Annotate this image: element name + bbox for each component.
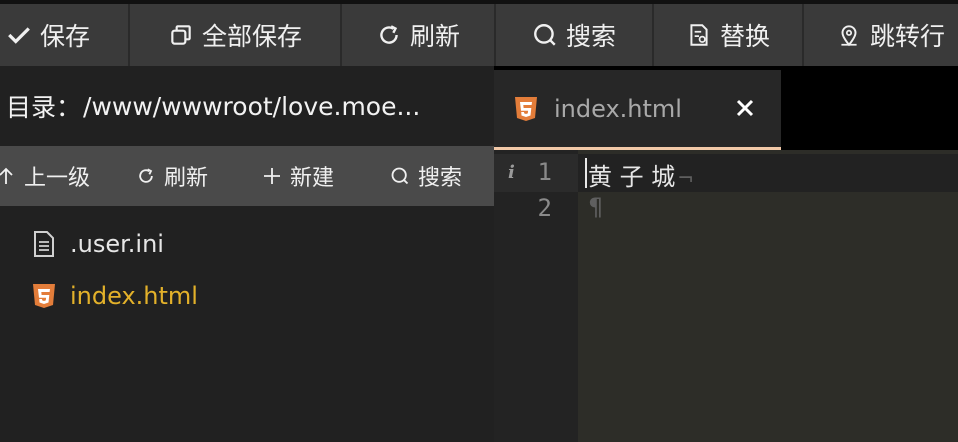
editor-toolbar: 保存 全部保存 刷新 搜索 替换 跳转行 bbox=[0, 0, 958, 66]
tab-title: index.html bbox=[554, 94, 682, 123]
replace-icon bbox=[690, 24, 708, 46]
close-icon[interactable] bbox=[731, 94, 759, 122]
line-number: 2 bbox=[537, 194, 552, 222]
line-gutter: i 1 2 bbox=[494, 150, 578, 442]
replace-button[interactable]: 替换 bbox=[654, 4, 804, 66]
goto-line-button-label: 跳转行 bbox=[870, 22, 946, 51]
html5-icon bbox=[33, 284, 55, 308]
file-name: index.html bbox=[70, 282, 198, 310]
tab-bar: index.html bbox=[494, 66, 958, 150]
code-text[interactable]: 黄 子 城 ¬ ¶ bbox=[578, 150, 958, 442]
parent-dir-label: 上一级 bbox=[24, 166, 91, 191]
info-icon[interactable]: i bbox=[508, 162, 515, 183]
code-line-text: 黄 子 城 bbox=[588, 163, 676, 191]
end-of-file-marker: ¶ bbox=[588, 193, 604, 221]
search-files-button[interactable]: 搜索 bbox=[390, 160, 490, 192]
refresh-icon bbox=[380, 25, 398, 44]
search-button[interactable]: 搜索 bbox=[496, 4, 654, 66]
directory-path-value[interactable]: /www/wwwroot/love.moe... bbox=[83, 92, 420, 121]
code-area[interactable]: i 1 2 黄 子 城 ¬ ¶ bbox=[494, 150, 958, 442]
replace-button-label: 替换 bbox=[719, 22, 770, 51]
file-list: .user.ini index.html bbox=[0, 206, 494, 322]
search-button-label: 搜索 bbox=[565, 22, 616, 51]
plus-icon bbox=[264, 168, 280, 184]
document-icon bbox=[34, 231, 54, 257]
check-icon bbox=[8, 27, 30, 44]
file-toolbar: 上一级 刷新 新建 搜索 bbox=[0, 146, 494, 206]
save-button[interactable]: 保存 bbox=[0, 4, 130, 66]
parent-dir-button[interactable]: 上一级 bbox=[0, 160, 136, 192]
line-number: 1 bbox=[537, 158, 552, 186]
file-browser-panel: 目录： /www/wwwroot/love.moe... 上一级 刷新 新建 搜… bbox=[0, 66, 494, 442]
arrow-up-icon bbox=[0, 167, 13, 184]
refresh-icon bbox=[139, 168, 153, 183]
code-line: 黄 子 城 ¬ bbox=[588, 157, 694, 192]
search-icon bbox=[534, 24, 556, 46]
new-file-button[interactable]: 新建 bbox=[262, 160, 390, 192]
location-pin-icon bbox=[841, 25, 857, 47]
html5-icon bbox=[515, 96, 537, 121]
search-icon bbox=[391, 167, 409, 185]
file-item[interactable]: index.html bbox=[0, 270, 494, 322]
goto-line-button[interactable]: 跳转行 bbox=[804, 4, 958, 66]
eol-marker: ¬ bbox=[677, 166, 695, 190]
code-line: ¶ bbox=[588, 193, 603, 221]
file-item[interactable]: .user.ini bbox=[0, 218, 494, 270]
search-files-label: 搜索 bbox=[418, 166, 463, 191]
text-cursor bbox=[585, 158, 587, 188]
tab-index-html[interactable]: index.html bbox=[494, 70, 781, 150]
refresh-button-label: 刷新 bbox=[409, 22, 460, 51]
save-all-button[interactable]: 全部保存 bbox=[130, 4, 342, 66]
copy-icon bbox=[171, 25, 191, 45]
code-editor: index.html i 1 2 黄 子 城 ¬ ¶ bbox=[494, 66, 958, 442]
directory-path: 目录： /www/wwwroot/love.moe... bbox=[0, 66, 494, 146]
save-all-button-label: 全部保存 bbox=[201, 22, 302, 51]
gutter-active-line bbox=[494, 154, 578, 192]
file-name: .user.ini bbox=[70, 230, 164, 258]
refresh-files-button[interactable]: 刷新 bbox=[136, 160, 262, 192]
save-button-label: 保存 bbox=[40, 22, 91, 51]
refresh-button[interactable]: 刷新 bbox=[342, 4, 496, 66]
new-file-label: 新建 bbox=[290, 166, 335, 191]
directory-label: 目录： bbox=[6, 93, 82, 122]
refresh-files-label: 刷新 bbox=[164, 166, 209, 191]
